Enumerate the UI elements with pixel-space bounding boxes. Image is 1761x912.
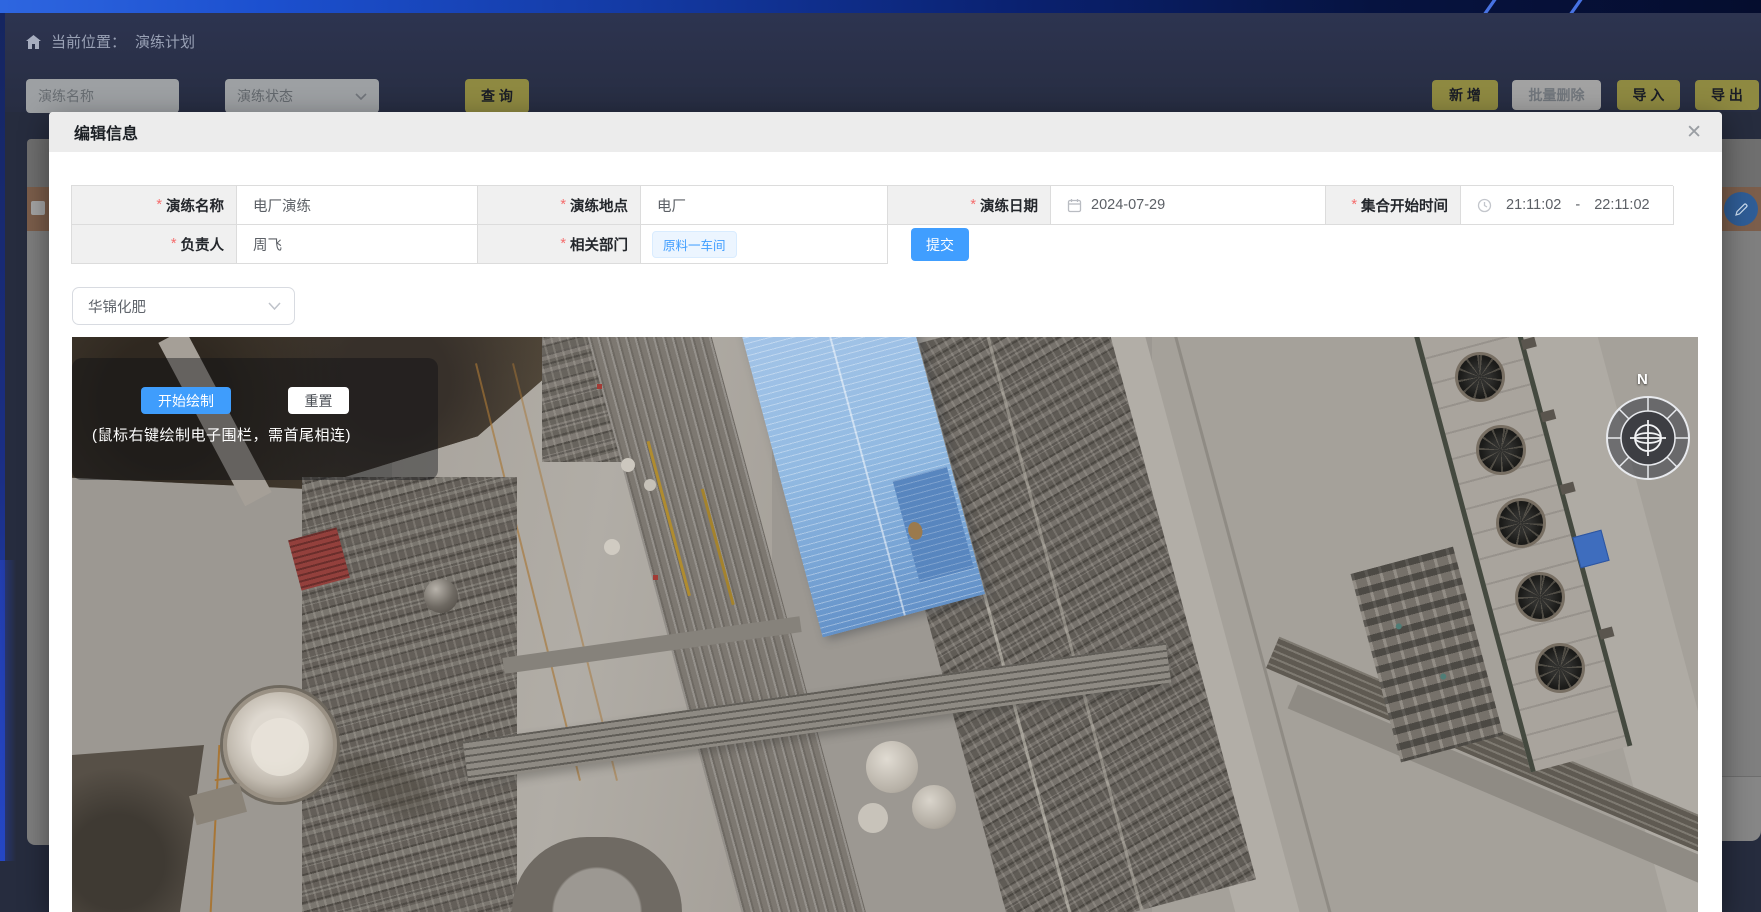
dome-tank	[223, 688, 337, 802]
form-filler: 提交	[888, 225, 1674, 264]
compass-north-label: N	[1637, 371, 1648, 388]
time-end: 22:11:02	[1594, 197, 1649, 213]
assembly-time-label: * 集合开始时间	[1326, 186, 1461, 225]
required-mark: *	[970, 197, 976, 213]
table-body-sliver-right	[1722, 231, 1761, 776]
table-footer-sliver-right	[1722, 776, 1761, 841]
export-button[interactable]: 导 出	[1695, 80, 1759, 110]
required-mark: *	[1351, 197, 1357, 213]
drill-date-label: * 演练日期	[888, 186, 1051, 225]
drill-name-label: * 演练名称	[72, 186, 237, 225]
compass-icon	[1604, 394, 1692, 482]
draw-controls-panel: 开始绘制 重置 (鼠标右键绘制电子围栏，需首尾相连)	[72, 358, 438, 480]
breadcrumb-current: 演练计划	[135, 31, 195, 52]
department-field[interactable]: 原料一车间	[641, 225, 888, 264]
owner-field[interactable]: 周飞	[237, 225, 478, 264]
drill-status-filter-select[interactable]: 演练状态	[225, 79, 379, 113]
draw-hint: (鼠标右键绘制电子围栏，需首尾相连)	[92, 424, 351, 445]
row-checkbox[interactable]	[31, 201, 45, 215]
decorative-streak	[1569, 0, 1582, 13]
required-mark: *	[560, 236, 566, 252]
add-button[interactable]: 新 增	[1432, 80, 1498, 110]
modal-title: 编辑信息	[74, 120, 138, 144]
chevron-down-icon	[268, 302, 281, 310]
sphere-tank	[424, 579, 458, 613]
breadcrumb: 当前位置： 演练计划	[25, 31, 195, 52]
map-feature	[597, 384, 602, 389]
department-tag[interactable]: 原料一车间	[652, 231, 737, 258]
time-start: 21:11:02	[1506, 197, 1561, 213]
time-separator: -	[1575, 197, 1580, 213]
home-icon[interactable]	[25, 34, 42, 50]
query-button[interactable]: 查 询	[465, 79, 529, 113]
map-feature	[653, 575, 658, 580]
pencil-icon	[1734, 202, 1749, 217]
map-feature	[912, 785, 956, 829]
required-mark: *	[560, 197, 566, 213]
calendar-icon	[1067, 198, 1082, 213]
batch-delete-button[interactable]: 批量删除	[1512, 80, 1601, 110]
decorative-streak	[1483, 0, 1496, 13]
app-root: { "page": { "top": { "breadcrumb_prefix"…	[0, 0, 1761, 861]
left-edge-glow	[0, 560, 16, 861]
compass[interactable]	[1604, 394, 1692, 487]
start-draw-button[interactable]: 开始绘制	[141, 387, 231, 414]
table-header-sliver-left	[27, 139, 49, 187]
cooling-fan	[1535, 643, 1585, 693]
submit-button[interactable]: 提交	[911, 228, 969, 261]
map-feature	[621, 458, 635, 472]
map-feature	[644, 479, 656, 491]
cooling-fan	[1476, 425, 1526, 475]
drill-place-field[interactable]: 电厂	[641, 186, 888, 225]
map-feature	[984, 337, 1143, 910]
owner-label: * 负责人	[72, 225, 237, 264]
chevron-down-icon	[355, 93, 367, 100]
table-body-sliver-left	[27, 231, 49, 845]
map-feature	[189, 783, 247, 825]
site-select-value: 华锦化肥	[88, 296, 146, 317]
aerial-map[interactable]: 开始绘制 重置 (鼠标右键绘制电子围栏，需首尾相连) N	[72, 337, 1698, 912]
site-select[interactable]: 华锦化肥	[72, 287, 295, 325]
map-feature	[858, 803, 888, 833]
modal-header: 编辑信息 ✕	[49, 112, 1722, 152]
map-feature	[866, 741, 918, 793]
map-feature	[701, 488, 735, 605]
assembly-time-field[interactable]: 21:11:02 - 22:11:02	[1461, 186, 1674, 225]
map-feature	[72, 745, 222, 912]
cooling-fan	[1496, 498, 1546, 548]
required-mark: *	[156, 197, 162, 213]
map-feature	[251, 718, 309, 776]
import-button[interactable]: 导 入	[1617, 80, 1680, 110]
drill-name-filter-input[interactable]	[26, 79, 179, 113]
map-feature	[808, 337, 906, 616]
cooling-fan	[1515, 572, 1565, 622]
cooling-fan	[1455, 352, 1505, 402]
drill-name-field[interactable]: 电厂演练	[237, 186, 478, 225]
top-decorative-bar	[0, 0, 1761, 13]
required-mark: *	[171, 236, 177, 252]
map-feature	[1440, 673, 1447, 680]
reset-draw-button[interactable]: 重置	[288, 387, 349, 414]
close-icon[interactable]: ✕	[1686, 123, 1702, 142]
map-feature	[647, 441, 691, 596]
modal-body: * 演练名称 电厂演练 * 演练地点 电厂 * 演练日期 2024-07-29	[49, 152, 1722, 912]
drill-date-field[interactable]: 2024-07-29	[1051, 186, 1326, 225]
clock-icon	[1477, 198, 1492, 213]
department-label: * 相关部门	[478, 225, 641, 264]
map-feature	[1395, 623, 1402, 630]
edit-info-modal: 编辑信息 ✕ * 演练名称 电厂演练 * 演练地点 电厂 * 演练日期	[49, 112, 1722, 912]
breadcrumb-prefix: 当前位置：	[51, 31, 126, 52]
drill-place-label: * 演练地点	[478, 186, 641, 225]
map-feature	[210, 745, 221, 912]
map-feature	[604, 539, 620, 555]
row-edit-button[interactable]	[1724, 192, 1758, 226]
drill-form: * 演练名称 电厂演练 * 演练地点 电厂 * 演练日期 2024-07-29	[71, 185, 1673, 264]
drill-status-placeholder: 演练状态	[237, 86, 293, 106]
table-header-sliver-right	[1722, 139, 1761, 187]
